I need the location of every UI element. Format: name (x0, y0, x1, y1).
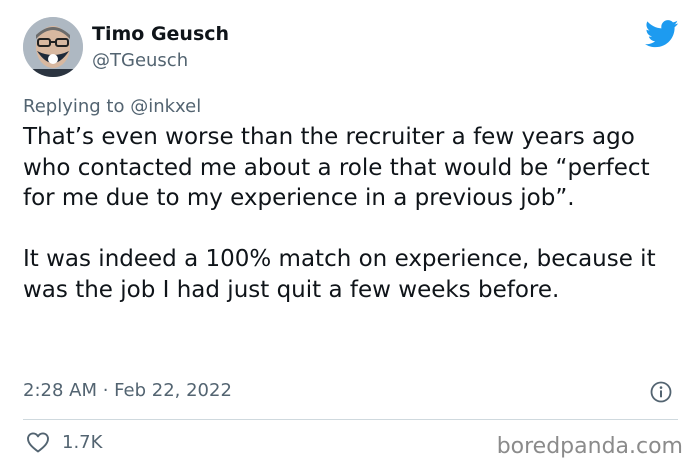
reply-context: Replying to @inkxel (23, 96, 201, 117)
like-button[interactable]: 1.7K (26, 431, 102, 453)
watermark: boredpanda.com (496, 434, 683, 459)
author-handle[interactable]: @TGeusch (92, 50, 188, 71)
reply-mention[interactable]: @inkxel (130, 96, 201, 117)
tweet-paragraph: It was indeed a 100% match on experience… (23, 246, 656, 303)
tweet-timestamp[interactable]: 2:28 AM · Feb 22, 2022 (23, 380, 232, 401)
divider (23, 419, 678, 420)
tweet-paragraph: That’s even worse than the recruiter a f… (23, 124, 650, 211)
heart-icon[interactable] (26, 431, 50, 453)
tweet-card: Timo Geusch @TGeusch Replying to @inkxel… (0, 0, 700, 471)
twitter-bird-icon[interactable] (645, 20, 679, 48)
info-icon[interactable] (650, 381, 672, 403)
tweet-text: That’s even worse than the recruiter a f… (23, 122, 688, 305)
author-name[interactable]: Timo Geusch (92, 23, 229, 45)
like-count: 1.7K (62, 431, 103, 453)
avatar[interactable] (23, 17, 83, 77)
reply-prefix: Replying to (23, 96, 125, 117)
